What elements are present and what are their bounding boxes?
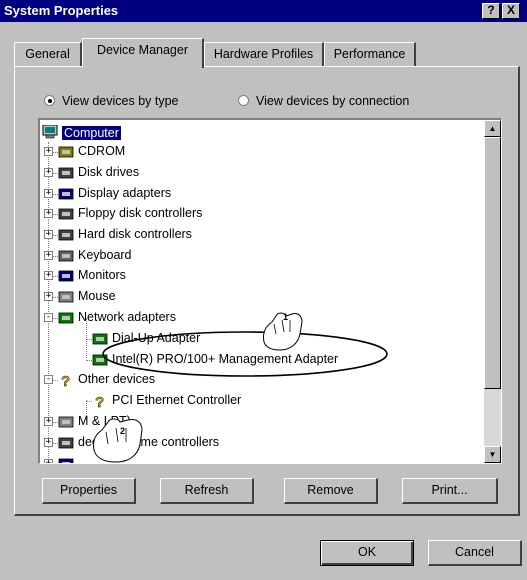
tree-item-label: M & LPT) (78, 414, 131, 428)
vertical-scrollbar[interactable]: ▲ ▼ (484, 120, 501, 463)
collapse-node-icon[interactable]: - (44, 313, 53, 322)
tree-category-item[interactable]: + Disk drives (40, 163, 480, 183)
view-by-type-radio[interactable]: View devices by type (44, 94, 179, 108)
tree-child-item[interactable]: ? PCI Ethernet Controller (40, 391, 480, 411)
tree-category-item[interactable]: + Hard disk controllers (40, 225, 480, 245)
close-button[interactable]: X (502, 3, 520, 19)
tree-item-label: Hard disk controllers (78, 227, 192, 241)
network-card-icon (92, 333, 108, 345)
cdrom-icon (58, 146, 74, 158)
tree-item-label: Display adapters (78, 186, 172, 200)
ok-button[interactable]: OK (320, 540, 414, 566)
tree-item-label: deo and game controllers (78, 435, 220, 449)
tree-root-computer[interactable]: Computer (42, 124, 242, 144)
expand-node-icon[interactable]: + (44, 147, 53, 156)
tree-child-item[interactable]: Intel(R) PRO/100+ Management Adapter (40, 350, 480, 370)
tree-category-item[interactable]: + Floppy disk controllers (40, 204, 480, 224)
tree-item-label: ... (78, 456, 89, 464)
view-by-type-label: View devices by type (62, 94, 179, 108)
monitor-icon (58, 270, 74, 282)
tab-general[interactable]: General (14, 42, 82, 66)
tree-category-item[interactable]: + Mouse (40, 287, 480, 307)
expand-node-icon[interactable]: + (44, 459, 53, 463)
expand-node-icon[interactable]: + (44, 271, 53, 280)
properties-button[interactable]: Properties (42, 478, 136, 504)
tree-item-label: CDROM (78, 144, 126, 158)
system-properties-window: System Properties ? X General Device Man… (0, 0, 527, 580)
scroll-down-button[interactable]: ▼ (484, 446, 501, 463)
network-adapter-icon (58, 312, 74, 324)
port-icon (58, 416, 74, 428)
floppy-controller-icon (58, 208, 74, 220)
tree-item-label: Other devices (78, 372, 156, 386)
tree-child-item[interactable]: Dial-Up Adapter (40, 329, 480, 349)
cancel-button[interactable]: Cancel (428, 540, 522, 566)
expand-node-icon[interactable]: + (44, 417, 53, 426)
scroll-thumb[interactable] (484, 137, 501, 389)
tree-item-label: PCI Ethernet Controller (112, 393, 242, 407)
tree-item-label: Dial-Up Adapter (112, 331, 201, 345)
tree-category-item[interactable]: + deo and game controllers (40, 433, 480, 453)
tab-device-manager[interactable]: Device Manager (82, 38, 204, 68)
title-bar[interactable]: System Properties ? X (0, 0, 527, 22)
tree-category-item[interactable]: -? Other devices (40, 370, 480, 390)
svg-text:?: ? (95, 394, 104, 408)
warning-question-icon: ? (95, 394, 105, 408)
tree-category-item[interactable]: +... (40, 454, 480, 464)
tree-category-item[interactable]: + Keyboard (40, 246, 480, 266)
network-card-icon (92, 354, 108, 366)
expand-node-icon[interactable]: + (44, 189, 53, 198)
device-tree[interactable]: Computer + CDROM + Disk drives + Display adap… (38, 118, 502, 464)
view-by-connection-radio[interactable]: View devices by connection (238, 94, 409, 108)
tree-item-label: Network adapters (78, 310, 176, 324)
tree-category-item[interactable]: + M & LPT) (40, 412, 480, 432)
tree-item-label: Mouse (78, 289, 116, 303)
computer-icon (42, 125, 58, 139)
tree-category-item[interactable]: + Monitors (40, 266, 480, 286)
scroll-up-button[interactable]: ▲ (484, 120, 501, 137)
expand-node-icon[interactable]: + (44, 251, 53, 260)
tree-category-item[interactable]: + CDROM (40, 142, 480, 162)
collapse-node-icon[interactable]: - (44, 375, 53, 384)
question-mark-icon: ? (61, 373, 71, 387)
expand-node-icon[interactable]: + (44, 230, 53, 239)
tree-item-label: Monitors (78, 268, 126, 282)
display-adapter-icon (58, 188, 74, 200)
keyboard-icon (58, 250, 74, 262)
expand-node-icon[interactable]: + (44, 438, 53, 447)
disk-drive-icon (58, 167, 74, 179)
tree-item-label: Keyboard (78, 248, 132, 262)
expand-node-icon[interactable]: + (44, 168, 53, 177)
help-button[interactable]: ? (482, 3, 500, 19)
refresh-button[interactable]: Refresh (160, 478, 254, 504)
mouse-icon (58, 291, 74, 303)
expand-node-icon[interactable]: + (44, 209, 53, 218)
sound-icon (58, 437, 74, 449)
system-icon (58, 458, 74, 463)
tab-hardware-profiles[interactable]: Hardware Profiles (204, 42, 324, 66)
svg-text:?: ? (61, 373, 70, 387)
radio-selected-indicator (44, 95, 55, 106)
tree-item-label: Disk drives (78, 165, 140, 179)
remove-button[interactable]: Remove (284, 478, 378, 504)
expand-node-icon[interactable]: + (44, 292, 53, 301)
tree-category-item[interactable]: - Network adapters (40, 308, 480, 328)
print-button[interactable]: Print... (402, 478, 498, 504)
tree-category-item[interactable]: + Display adapters (40, 184, 480, 204)
tree-item-label: Floppy disk controllers (78, 206, 203, 220)
radio-unselected-indicator (238, 95, 249, 106)
tab-performance[interactable]: Performance (324, 42, 416, 66)
tree-root-label: Computer (62, 126, 121, 140)
hard-disk-controller-icon (58, 229, 74, 241)
window-title: System Properties (4, 3, 119, 18)
view-by-connection-label: View devices by connection (256, 94, 410, 108)
tree-item-label: Intel(R) PRO/100+ Management Adapter (112, 352, 339, 366)
